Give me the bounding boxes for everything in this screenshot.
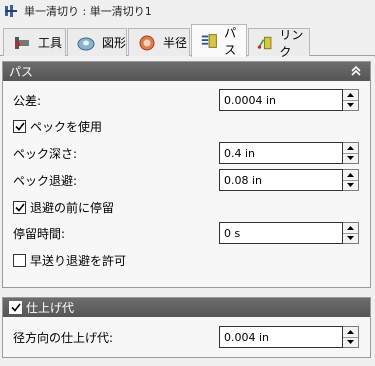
- title-bar: 単一清切り : 単一清切り1: [0, 0, 375, 22]
- peck-retract-input[interactable]: [219, 169, 343, 191]
- spin-down-icon[interactable]: [343, 152, 358, 164]
- spin-down-icon[interactable]: [343, 179, 358, 191]
- dwell-before-retract-label: 退避の前に停留: [30, 200, 115, 215]
- linking-icon: [257, 36, 272, 49]
- tool-icon: [15, 36, 29, 49]
- tab-label: 半径: [163, 36, 188, 50]
- tab-label: パス: [224, 26, 237, 57]
- passes-group-title: パス: [9, 65, 34, 79]
- dwell-before-retract-row[interactable]: 退避の前に停留: [13, 197, 114, 217]
- spin-up-icon[interactable]: [343, 90, 358, 100]
- radial-stock-input[interactable]: [219, 326, 343, 348]
- use-pecking-checkbox[interactable]: [13, 119, 26, 133]
- radial-stock-field: [219, 326, 361, 348]
- use-pecking-row[interactable]: ペックを使用: [13, 116, 102, 136]
- dwell-time-spinner: [343, 222, 359, 244]
- tab-label: 図形: [102, 36, 127, 50]
- stock-to-leave-header[interactable]: 仕上げ代: [3, 298, 370, 317]
- allow-rapid-retract-row[interactable]: 早送り退避を許可: [13, 250, 126, 270]
- dwell-time-input[interactable]: [219, 222, 343, 244]
- peck-retract-row: ペック退避:: [13, 170, 77, 190]
- peck-retract-field: [219, 169, 361, 191]
- use-pecking-label: ペックを使用: [30, 119, 103, 134]
- tab-linking[interactable]: リンク: [248, 28, 310, 59]
- spin-up-icon[interactable]: [343, 170, 358, 180]
- tab-bar: 工具 図形 半径 パス リンク: [0, 22, 375, 59]
- tolerance-spinner: [343, 89, 359, 111]
- tab-geometry[interactable]: 図形: [67, 28, 127, 56]
- spin-down-icon[interactable]: [343, 336, 358, 348]
- geometry-icon: [77, 37, 95, 50]
- tolerance-label: 公差:: [13, 93, 42, 108]
- peck-depth-label: ペック深さ:: [13, 146, 78, 161]
- tab-radius[interactable]: 半径: [128, 28, 190, 56]
- passes-group: パス 公差: ペックを使用 ペック深さ: ペック退避:: [2, 61, 371, 288]
- window-title: 単一清切り : 単一清切り1: [24, 5, 152, 18]
- tab-label: リンク: [279, 27, 304, 59]
- tab-tool[interactable]: 工具: [3, 28, 66, 56]
- tolerance-row: 公差:: [13, 90, 41, 110]
- peck-retract-spinner: [343, 169, 359, 191]
- peck-depth-row: ペック深さ:: [13, 143, 77, 163]
- check-icon: [10, 303, 21, 312]
- check-icon: [14, 203, 25, 212]
- spin-up-icon[interactable]: [343, 327, 358, 337]
- dwell-time-field: [219, 222, 361, 244]
- passes-icon: [201, 34, 217, 48]
- passes-group-header[interactable]: パス: [3, 62, 370, 81]
- spin-down-icon[interactable]: [343, 99, 358, 111]
- spin-down-icon[interactable]: [343, 232, 358, 244]
- dwell-before-retract-checkbox[interactable]: [13, 200, 26, 214]
- peck-retract-label: ペック退避:: [13, 173, 78, 188]
- collapse-icon[interactable]: [350, 65, 362, 77]
- operation-icon: [5, 5, 17, 17]
- stock-to-leave-checkbox[interactable]: [9, 301, 22, 314]
- peck-depth-input[interactable]: [219, 142, 343, 164]
- dwell-time-label: 停留時間:: [13, 226, 66, 241]
- spin-up-icon[interactable]: [343, 223, 358, 233]
- tolerance-input[interactable]: [219, 89, 343, 111]
- tab-label: 工具: [38, 36, 63, 50]
- allow-rapid-retract-label: 早送り退避を許可: [30, 253, 127, 268]
- check-icon: [14, 122, 25, 131]
- stock-to-leave-title: 仕上げ代: [26, 301, 75, 315]
- tab-passes[interactable]: パス: [191, 24, 247, 57]
- radial-stock-row: 径方向の仕上げ代:: [13, 327, 113, 347]
- tolerance-field: [219, 89, 361, 111]
- allow-rapid-retract-checkbox[interactable]: [13, 253, 26, 267]
- peck-depth-field: [219, 142, 361, 164]
- radial-stock-label: 径方向の仕上げ代:: [13, 330, 114, 345]
- dwell-time-row: 停留時間:: [13, 223, 65, 243]
- radius-icon: [139, 35, 155, 50]
- stock-to-leave-group: 仕上げ代 径方向の仕上げ代:: [2, 297, 371, 358]
- peck-depth-spinner: [343, 142, 359, 164]
- spin-up-icon[interactable]: [343, 143, 358, 153]
- radial-stock-spinner: [343, 326, 359, 348]
